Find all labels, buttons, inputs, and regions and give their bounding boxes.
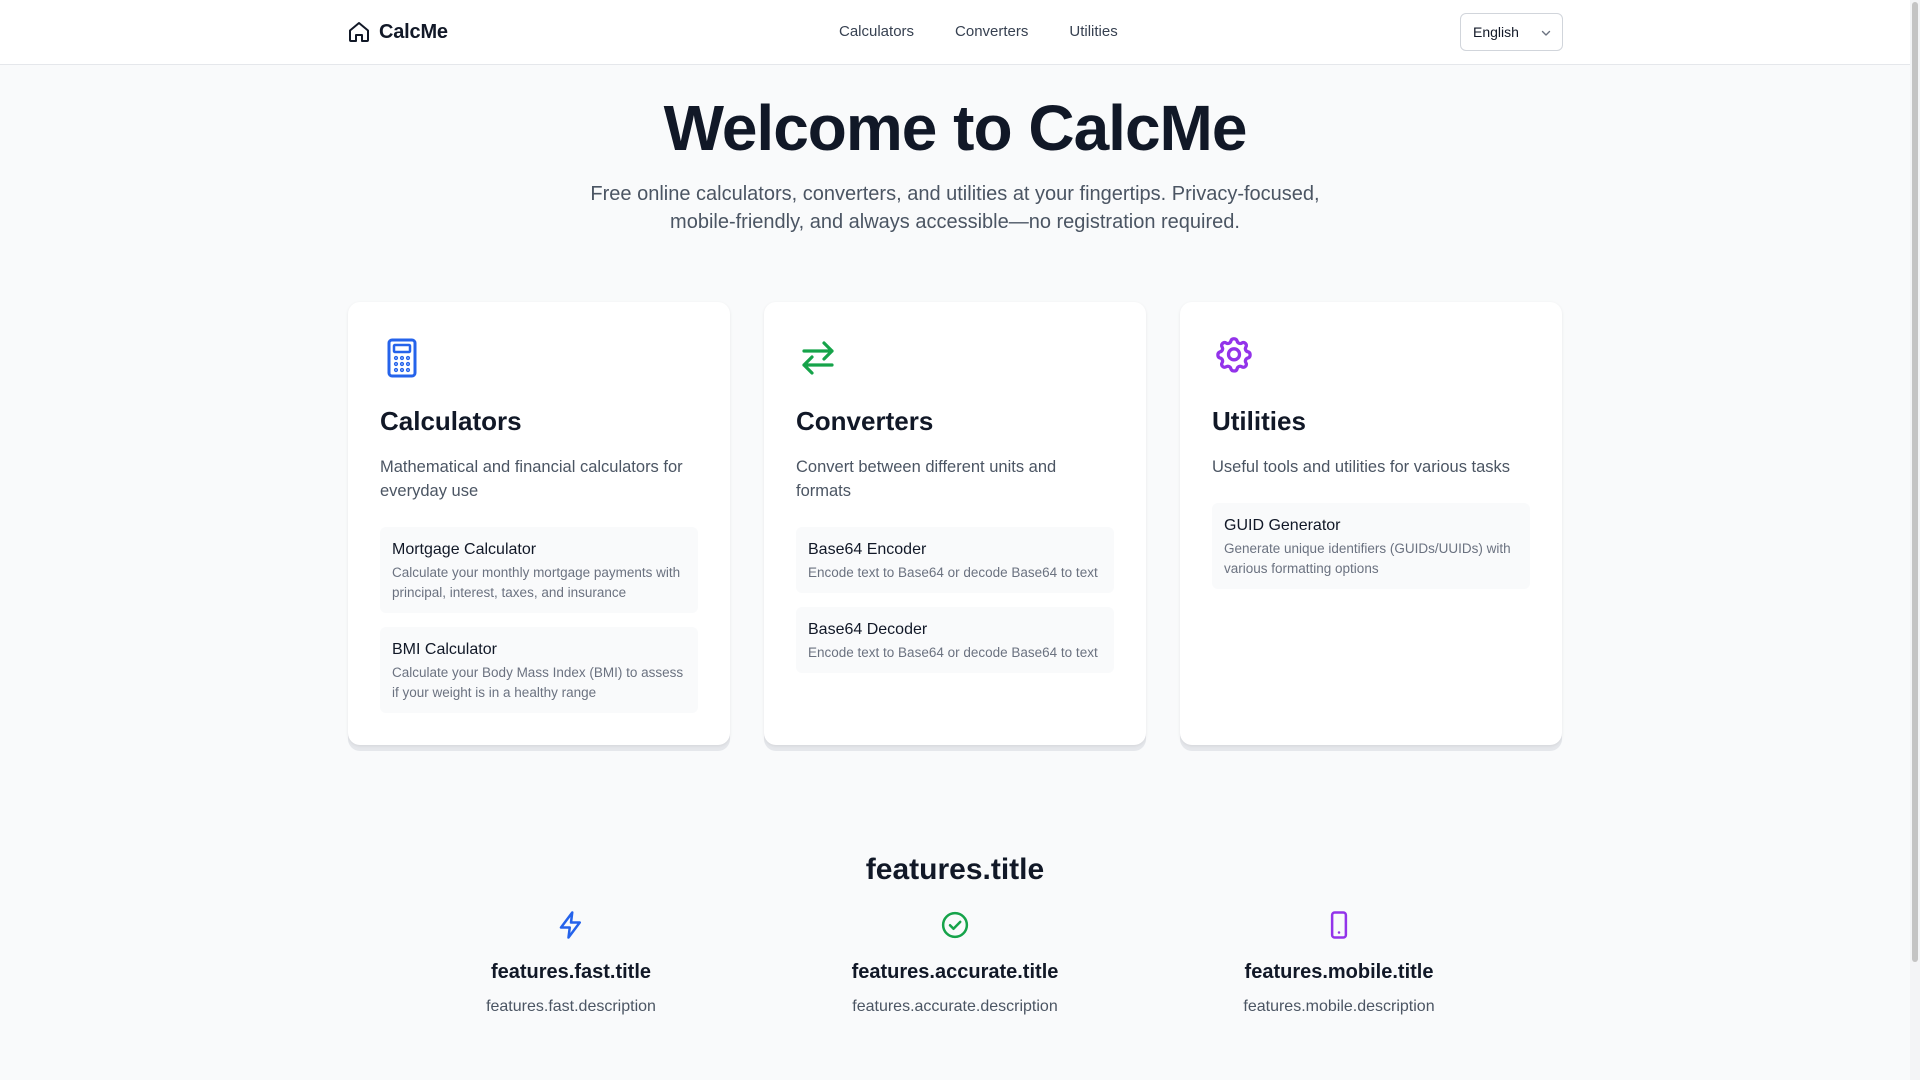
card-title[interactable]: Calculators: [380, 405, 698, 437]
feature-title: features.mobile.title: [1244, 961, 1434, 983]
nav-converters[interactable]: Converters: [955, 22, 1028, 42]
language-select[interactable]: English: [1460, 13, 1563, 51]
tool-item-title: Mortgage Calculator: [392, 541, 537, 558]
feature-accurate: features.accurate.title features.accurat…: [755, 910, 1155, 1018]
tool-item-description: Calculate your Body Mass Index (BMI) to …: [392, 665, 684, 700]
tool-item-description: Encode text to Base64 or decode Base64 t…: [808, 645, 1098, 660]
feature-description: features.mobile.description: [1243, 998, 1435, 1015]
feature-fast: features.fast.title features.fast.descri…: [371, 910, 771, 1018]
tool-item-title: Base64 Encoder: [808, 541, 927, 558]
site-header: CalcMe Calculators Converters Utilities …: [0, 0, 1910, 65]
tool-item-description: Generate unique identifiers (GUIDs/UUIDs…: [1224, 541, 1511, 576]
scrollbar-thumb[interactable]: [1912, 2, 1918, 962]
feature-description: features.accurate.description: [852, 998, 1058, 1015]
calculator-icon: [387, 338, 417, 378]
card-description: Mathematical and financial calculators f…: [380, 458, 683, 500]
card-title[interactable]: Converters: [796, 405, 1114, 437]
check-circle-icon: [941, 911, 969, 939]
tool-item-title: Base64 Decoder: [808, 621, 928, 638]
feature-title: features.accurate.title: [851, 961, 1059, 983]
lightning-icon: [559, 911, 581, 939]
feature-description: features.fast.description: [486, 998, 656, 1015]
tool-item-base64-decoder[interactable]: Base64 Decoder Encode text to Base64 or …: [796, 607, 1114, 673]
nav-calculators[interactable]: Calculators: [839, 22, 914, 42]
brand-home-link[interactable]: CalcMe: [347, 18, 448, 46]
hero-title: Welcome to CalcMe: [663, 92, 1248, 164]
card-description: Convert between different units and form…: [796, 458, 1057, 500]
language-select-value: English: [1473, 24, 1519, 40]
arrows-exchange-icon: [802, 341, 834, 375]
tool-item-description: Calculate your monthly mortgage payments…: [392, 565, 681, 600]
tool-item-description: Encode text to Base64 or decode Base64 t…: [808, 565, 1098, 580]
tool-item-base64-encoder[interactable]: Base64 Encoder Encode text to Base64 or …: [796, 527, 1114, 593]
card-title[interactable]: Utilities: [1212, 405, 1530, 437]
card-converters: Converters Convert between different uni…: [764, 302, 1146, 745]
tool-item-title: GUID Generator: [1224, 517, 1341, 534]
page-scrollbar[interactable]: [1910, 0, 1920, 1080]
mobile-phone-icon: [1330, 911, 1348, 939]
home-icon: [349, 22, 369, 42]
tool-item-title: BMI Calculator: [392, 641, 497, 658]
brand-name: CalcMe: [379, 20, 448, 43]
page: CalcMe Calculators Converters Utilities …: [0, 0, 1920, 1080]
feature-mobile: features.mobile.title features.mobile.de…: [1139, 910, 1539, 1018]
tool-item-mortgage-calculator[interactable]: Mortgage Calculator Calculate your month…: [380, 527, 698, 613]
main-nav: Calculators Converters Utilities: [839, 22, 1118, 42]
gear-icon: [1216, 337, 1252, 373]
features-title: features.title: [865, 853, 1045, 886]
card-calculators: Calculators Mathematical and financial c…: [348, 302, 730, 745]
nav-utilities[interactable]: Utilities: [1069, 22, 1117, 42]
chevron-down-icon: [1541, 30, 1551, 36]
tool-item-bmi-calculator[interactable]: BMI Calculator Calculate your Body Mass …: [380, 627, 698, 713]
card-description: Useful tools and utilities for various t…: [1212, 458, 1511, 476]
card-utilities: Utilities Useful tools and utilities for…: [1180, 302, 1562, 745]
tool-item-guid-generator[interactable]: GUID Generator Generate unique identifie…: [1212, 503, 1530, 589]
feature-title: features.fast.title: [490, 961, 652, 983]
hero-subtitle: Free online calculators, converters, and…: [590, 183, 1320, 233]
